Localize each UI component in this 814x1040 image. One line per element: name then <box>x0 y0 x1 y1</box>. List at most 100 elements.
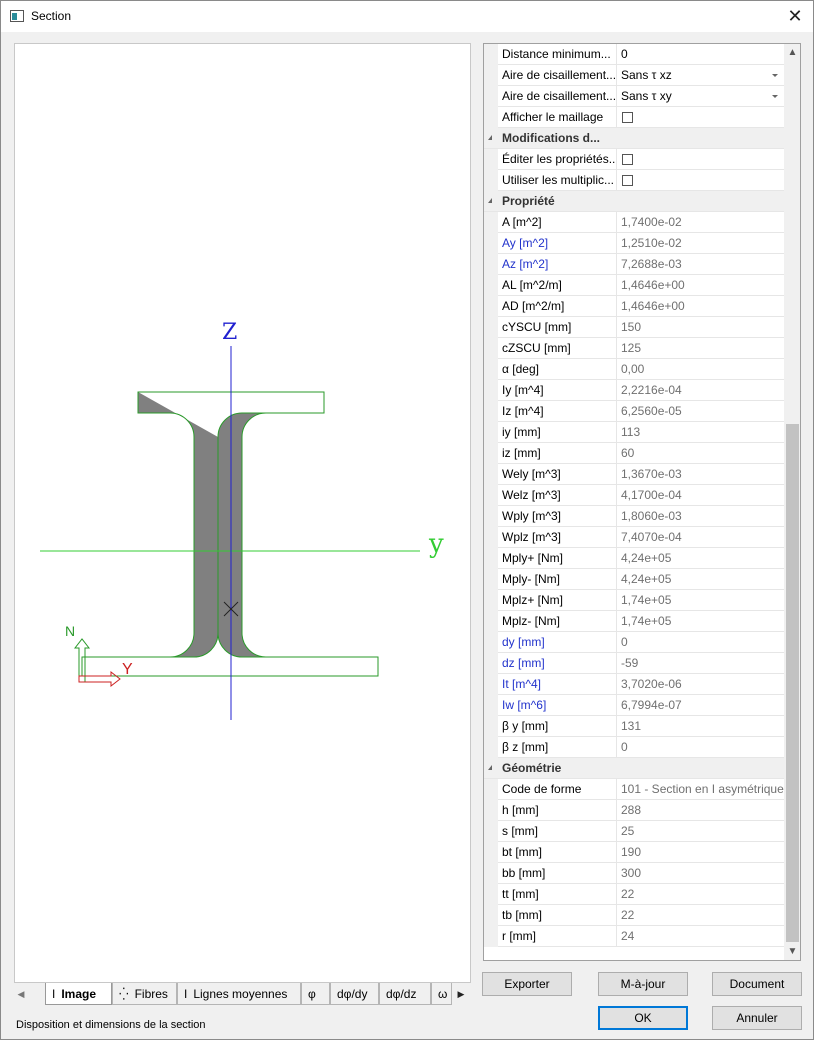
scroll-down-icon[interactable]: ▼ <box>784 943 800 960</box>
prop-value: 4,24e+05 <box>621 572 672 586</box>
section-dialog: Section ✕ y Z N Y ◀ I Image ⁛ Fibres I L… <box>0 0 814 1040</box>
tab-dphi-dy[interactable]: dφ/dy <box>330 983 379 1005</box>
select-value: Sans τ xy <box>621 89 672 103</box>
prop-row[interactable]: tt [mm] 22 <box>484 884 784 905</box>
tab-scroll-right-icon[interactable]: ▶ <box>454 985 468 1003</box>
prop-row[interactable]: Welz [m^3] 4,1700e-04 <box>484 485 784 506</box>
ok-button[interactable]: OK <box>598 1006 688 1030</box>
prop-row[interactable]: bb [mm] 300 <box>484 863 784 884</box>
prop-row[interactable]: Distance minimum... 0 <box>484 44 784 65</box>
prop-row[interactable]: Aire de cisaillement... Sans τ xz <box>484 65 784 86</box>
chevron-down-icon[interactable] <box>772 74 778 77</box>
prop-row[interactable]: Mplz+ [Nm] 1,74e+05 <box>484 590 784 611</box>
prop-row[interactable]: r [mm] 24 <box>484 926 784 947</box>
prop-row[interactable]: Ay [m^2] 1,2510e-02 <box>484 233 784 254</box>
tab-dphi-dz[interactable]: dφ/dz <box>379 983 431 1005</box>
category-geometrie[interactable]: Géométrie <box>484 758 784 779</box>
prop-row[interactable]: h [mm] 288 <box>484 800 784 821</box>
tab-phi[interactable]: φ <box>301 983 330 1005</box>
collapse-arrow-icon[interactable] <box>488 198 492 203</box>
prop-row[interactable]: s [mm] 25 <box>484 821 784 842</box>
prop-name: Distance minimum... <box>498 44 617 65</box>
tab-fibres[interactable]: ⁛ Fibres <box>112 983 177 1005</box>
prop-value: 288 <box>621 803 642 817</box>
chevron-down-icon[interactable] <box>772 95 778 98</box>
prop-row[interactable]: bt [mm] 190 <box>484 842 784 863</box>
scroll-thumb[interactable] <box>786 424 799 942</box>
prop-name: AD [m^2/m] <box>498 296 617 317</box>
prop-row[interactable]: Iz [m^4] 6,2560e-05 <box>484 401 784 422</box>
prop-row[interactable]: Aire de cisaillement... Sans τ xy <box>484 86 784 107</box>
prop-row[interactable]: α [deg] 0,00 <box>484 359 784 380</box>
shear-area-xy-select[interactable]: Sans τ xy <box>618 86 784 107</box>
tab-omega-label: ω <box>438 986 448 1001</box>
category-modifications[interactable]: Modifications d... <box>484 128 784 149</box>
prop-name: Aire de cisaillement... <box>498 65 617 86</box>
fibres-icon: ⁛ <box>119 986 129 1001</box>
prop-row[interactable]: Mply+ [Nm] 4,24e+05 <box>484 548 784 569</box>
close-button[interactable]: ✕ <box>783 5 807 27</box>
tab-omega[interactable]: ω <box>431 983 452 1005</box>
tab-lignes-moyennes-label: Lignes moyennes <box>193 986 288 1001</box>
prop-row[interactable]: cZSCU [mm] 125 <box>484 338 784 359</box>
prop-row[interactable]: AL [m^2/m] 1,4646e+00 <box>484 275 784 296</box>
prop-row[interactable]: β y [mm] 131 <box>484 716 784 737</box>
prop-row[interactable]: Afficher le maillage <box>484 107 784 128</box>
window-title: Section <box>31 9 72 23</box>
prop-row[interactable]: Wely [m^3] 1,3670e-03 <box>484 464 784 485</box>
prop-value: 24 <box>621 929 635 943</box>
prop-value: 1,74e+05 <box>621 593 672 607</box>
prop-row[interactable]: Wplz [m^3] 7,4070e-04 <box>484 527 784 548</box>
document-button[interactable]: Document <box>712 972 802 996</box>
prop-row[interactable]: Mply- [Nm] 4,24e+05 <box>484 569 784 590</box>
prop-name: bb [mm] <box>498 863 617 884</box>
prop-row[interactable]: tb [mm] 22 <box>484 905 784 926</box>
use-multipliers-checkbox[interactable] <box>622 175 633 186</box>
prop-row[interactable]: Iy [m^4] 2,2216e-04 <box>484 380 784 401</box>
prop-row[interactable]: Az [m^2] 7,2688e-03 <box>484 254 784 275</box>
prop-name: Az [m^2] <box>498 254 617 275</box>
collapse-arrow-icon[interactable] <box>488 765 492 770</box>
prop-value: 1,8060e-03 <box>621 509 682 523</box>
category-propriete[interactable]: Propriété <box>484 191 784 212</box>
update-button[interactable]: M-à-jour <box>598 972 688 996</box>
prop-row[interactable]: Wply [m^3] 1,8060e-03 <box>484 506 784 527</box>
edit-properties-checkbox[interactable] <box>622 154 633 165</box>
prop-value: 60 <box>621 446 635 460</box>
prop-name: β z [mm] <box>498 737 617 758</box>
prop-row[interactable]: dz [mm] -59 <box>484 653 784 674</box>
prop-row[interactable]: dy [mm] 0 <box>484 632 784 653</box>
prop-row[interactable]: AD [m^2/m] 1,4646e+00 <box>484 296 784 317</box>
shear-area-xz-select[interactable]: Sans τ xz <box>618 65 784 86</box>
prop-row[interactable]: It [m^4] 3,7020e-06 <box>484 674 784 695</box>
prop-name: Utiliser les multiplic... <box>498 170 617 191</box>
tab-image[interactable]: I Image <box>45 983 112 1005</box>
prop-row[interactable]: iz [mm] 60 <box>484 443 784 464</box>
prop-name: Code de forme <box>498 779 617 800</box>
collapse-arrow-icon[interactable] <box>488 135 492 140</box>
export-button[interactable]: Exporter <box>482 972 572 996</box>
prop-row[interactable]: Iw [m^6] 6,7994e-07 <box>484 695 784 716</box>
prop-row[interactable]: iy [mm] 113 <box>484 422 784 443</box>
section-drawing-canvas[interactable]: y Z N Y <box>14 43 471 983</box>
prop-row[interactable]: β z [mm] 0 <box>484 737 784 758</box>
select-value: Sans τ xz <box>621 68 672 82</box>
tab-scroll-left-icon[interactable]: ◀ <box>14 985 28 1003</box>
prop-row[interactable]: cYSCU [mm] 150 <box>484 317 784 338</box>
prop-row[interactable]: Éditer les propriétés... <box>484 149 784 170</box>
distance-minimum-input[interactable]: 0 <box>618 44 784 65</box>
prop-name: Éditer les propriétés... <box>498 149 617 170</box>
prop-row[interactable]: Mplz- [Nm] 1,74e+05 <box>484 611 784 632</box>
scroll-up-icon[interactable]: ▲ <box>784 44 800 61</box>
property-scrollbar[interactable]: ▲ ▼ <box>784 44 800 960</box>
property-grid: Distance minimum... 0 Aire de cisailleme… <box>483 43 801 961</box>
prop-value: 0 <box>621 740 628 754</box>
prop-row[interactable]: Utiliser les multiplic... <box>484 170 784 191</box>
tab-lignes-moyennes[interactable]: I Lignes moyennes <box>177 983 301 1005</box>
show-mesh-checkbox[interactable] <box>622 112 633 123</box>
prop-row[interactable]: Code de forme 101 - Section en I asymétri… <box>484 779 784 800</box>
prop-value: 1,4646e+00 <box>621 299 685 313</box>
prop-value: 113 <box>621 425 641 439</box>
prop-row[interactable]: A [m^2] 1,7400e-02 <box>484 212 784 233</box>
cancel-button[interactable]: Annuler <box>712 1006 802 1030</box>
